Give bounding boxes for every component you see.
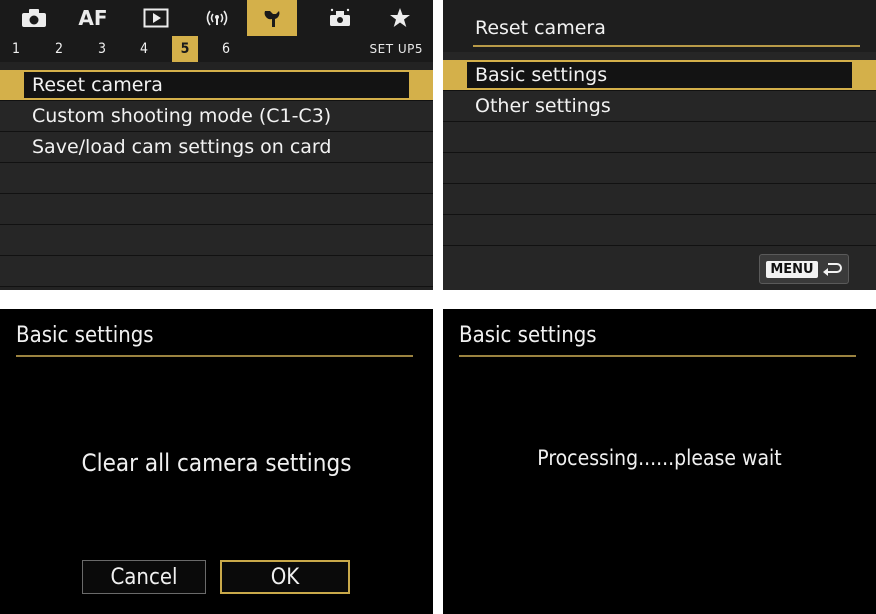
reset-options: Basic settings Other settings [443,60,876,246]
setup-menu-panel: AF 1 2 3 4 5 6 SET UP5 Reset camera Cust… [0,0,433,290]
page-number[interactable]: 3 [98,36,106,62]
option-basic-settings[interactable]: Basic settings [443,60,876,91]
processing-message: Processing......please wait [537,446,782,470]
section-label: SET UP5 [369,42,423,56]
tab-wireless[interactable] [192,0,242,36]
reset-camera-header: Reset camera [443,0,876,52]
page-number[interactable]: 1 [12,36,20,62]
menu-item-custom-shooting-mode[interactable]: Custom shooting mode (C1-C3) [0,101,433,132]
processing-dialog: Basic settings Processing......please wa… [443,309,876,614]
ok-button[interactable]: OK [220,560,350,594]
tab-shooting[interactable] [9,0,59,36]
option-other-settings[interactable]: Other settings [443,91,876,122]
menu-row-empty [443,215,876,246]
page-number[interactable]: 2 [55,36,63,62]
menu-tab-bar: AF [0,0,433,36]
menu-item-save-load-settings[interactable]: Save/load cam settings on card [0,132,433,163]
custom-functions-icon [330,8,350,26]
menu-button-label: MENU [766,260,818,278]
option-label: Basic settings [475,64,608,86]
page-number-active[interactable]: 5 [172,36,198,62]
menu-items: Reset camera Custom shooting mode (C1-C3… [0,70,433,287]
menu-item-label: Custom shooting mode (C1-C3) [32,105,332,127]
cancel-button[interactable]: Cancel [82,560,206,594]
wrench-icon [264,11,280,27]
tab-setup[interactable] [247,0,297,36]
menu-row-empty [0,256,433,287]
menu-back-button[interactable]: MENU [759,254,849,284]
return-arrow-icon [822,263,842,276]
menu-row-empty [0,194,433,225]
menu-item-reset-camera[interactable]: Reset camera [0,70,433,101]
dialog-title: Basic settings [459,323,597,348]
reset-camera-panel: Reset camera Basic settings Other settin… [443,0,876,290]
menu-page-numbers: 1 2 3 4 5 6 SET UP5 [0,36,433,62]
wireless-icon [206,10,228,26]
clear-settings-dialog: Basic settings Clear all camera settings… [0,309,433,614]
page-number[interactable]: 4 [140,36,148,62]
menu-row-empty [443,184,876,215]
menu-row-empty [443,122,876,153]
title-underline [459,355,856,357]
dialog-message: Clear all camera settings [81,449,352,477]
menu-row-empty [0,225,433,256]
page-number[interactable]: 6 [222,36,230,62]
menu-item-label: Save/load cam settings on card [32,136,332,158]
dialog-title: Basic settings [16,323,154,348]
page-title: Reset camera [475,17,606,39]
menu-row-empty [443,153,876,184]
title-underline [473,45,860,47]
camera-icon [22,9,46,27]
tab-custom-functions[interactable] [315,0,365,36]
title-underline [16,355,413,357]
playback-icon [143,8,169,28]
tab-my-menu[interactable] [375,0,425,36]
menu-row-empty [0,163,433,194]
tab-playback[interactable] [131,0,181,36]
option-label: Other settings [475,95,611,117]
tab-af-label: AF [78,6,108,30]
tab-af[interactable]: AF [68,0,118,36]
star-icon [390,8,410,27]
menu-item-label: Reset camera [32,74,163,96]
